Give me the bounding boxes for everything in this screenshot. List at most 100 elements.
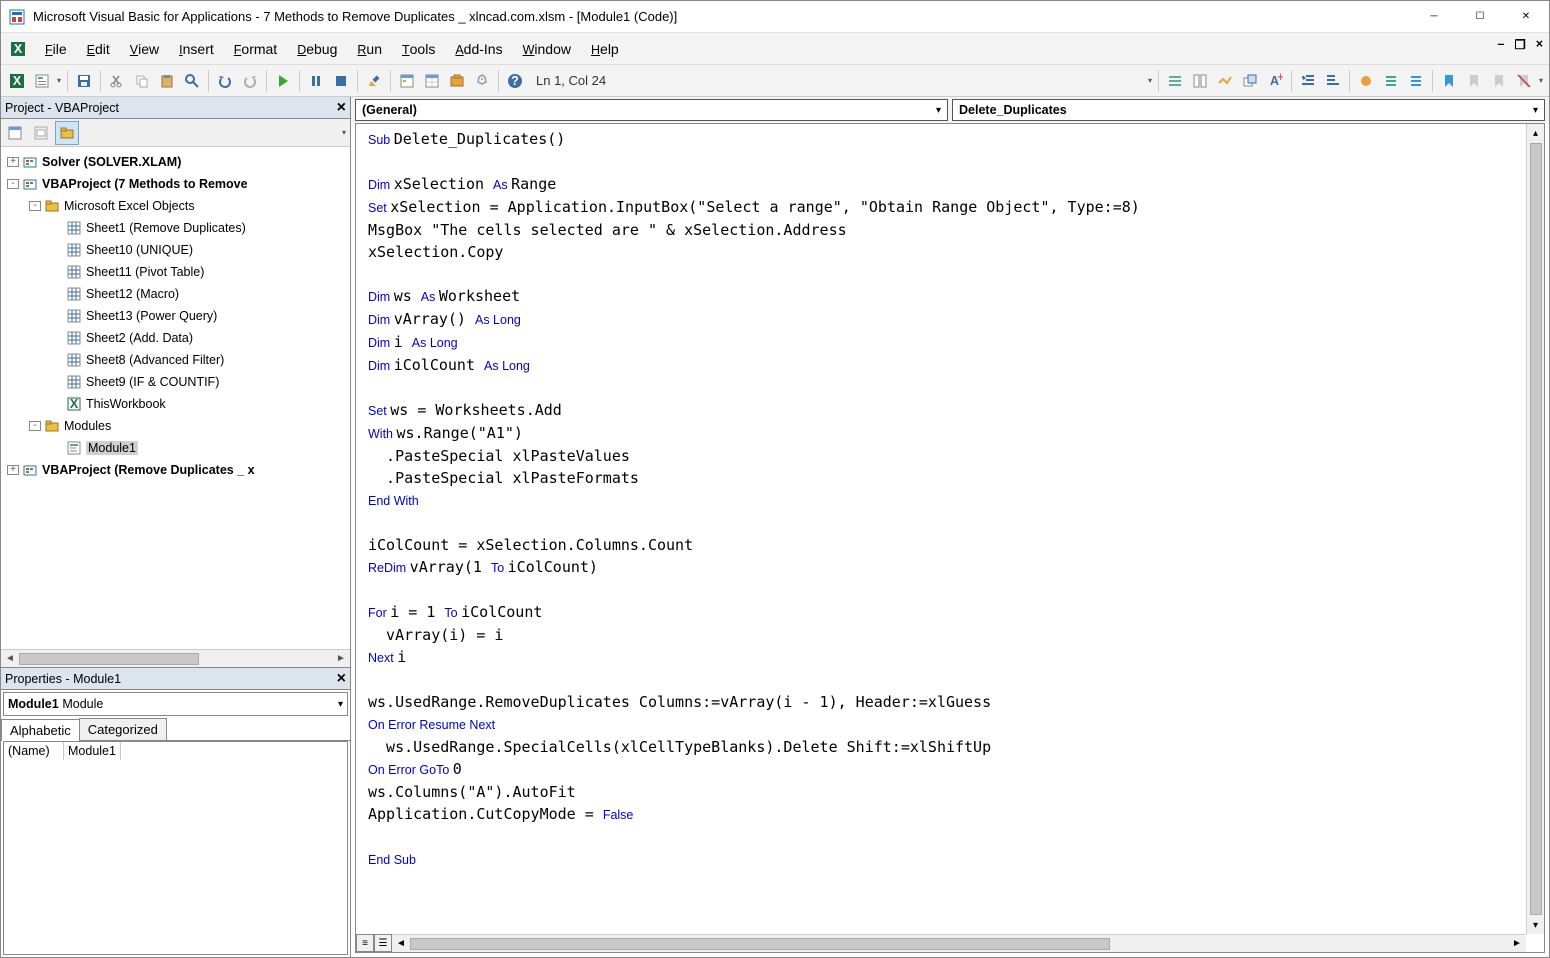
list-constants-button[interactable] <box>1188 69 1212 93</box>
run-button[interactable] <box>271 69 295 93</box>
procedure-combo[interactable]: Delete_Duplicates▾ <box>952 99 1545 121</box>
save-button[interactable] <box>72 69 96 93</box>
menu-window[interactable]: Window <box>513 35 581 63</box>
sheet-icon <box>66 330 82 346</box>
tree-node[interactable]: -Modules <box>3 415 348 437</box>
full-module-view-button[interactable]: ☰ <box>374 934 392 952</box>
paste-button[interactable] <box>155 69 179 93</box>
prop-value[interactable]: Module1 <box>64 742 121 760</box>
tree-node[interactable]: -VBAProject (7 Methods to Remove <box>3 173 348 195</box>
project-explorer-close[interactable]: × <box>337 99 346 117</box>
quick-info-button[interactable] <box>1213 69 1237 93</box>
mdi-minimize[interactable]: – <box>1498 37 1505 52</box>
properties-tabs: Alphabetic Categorized <box>1 718 350 741</box>
outdent-button[interactable] <box>1321 69 1345 93</box>
proj-icon <box>22 176 38 192</box>
break-button[interactable] <box>304 69 328 93</box>
mod-icon <box>66 440 82 456</box>
maximize-button[interactable]: ☐ <box>1457 1 1503 33</box>
parameter-info-button[interactable] <box>1238 69 1262 93</box>
project-explorer-header: Project - VBAProject × <box>1 97 350 119</box>
menu-format[interactable]: Format <box>224 35 287 63</box>
tree-node[interactable]: Sheet1 (Remove Duplicates) <box>3 217 348 239</box>
redo-button[interactable] <box>238 69 262 93</box>
sheet-icon <box>66 352 82 368</box>
tree-node[interactable]: Sheet11 (Pivot Table) <box>3 261 348 283</box>
copy-button[interactable] <box>130 69 154 93</box>
toggle-breakpoint-button[interactable] <box>1354 69 1378 93</box>
properties-header: Properties - Module1 × <box>1 668 350 690</box>
menu-run[interactable]: Run <box>347 35 392 63</box>
code-vscroll[interactable]: ▴▾ <box>1526 124 1544 934</box>
tree-node[interactable]: -Microsoft Excel Objects <box>3 195 348 217</box>
object-browser-button[interactable] <box>445 69 469 93</box>
tree-node[interactable]: XThisWorkbook <box>3 393 348 415</box>
mdi-restore[interactable]: ❐ <box>1514 37 1525 52</box>
minimize-button[interactable]: ─ <box>1411 1 1457 33</box>
help-button[interactable]: ? <box>503 69 527 93</box>
properties-close[interactable]: × <box>337 670 346 688</box>
project-toolbar-overflow[interactable]: ▾ <box>340 128 348 137</box>
menu-edit[interactable]: Edit <box>77 35 120 63</box>
code-hscroll[interactable]: ◄► <box>392 934 1526 952</box>
wb-icon: X <box>66 396 82 412</box>
tree-node[interactable]: Sheet8 (Advanced Filter) <box>3 349 348 371</box>
svg-text:X: X <box>70 397 79 411</box>
menu-debug[interactable]: Debug <box>287 35 347 63</box>
object-combo[interactable]: (General)▾ <box>355 99 948 121</box>
procedure-view-button[interactable]: ≡ <box>356 934 374 952</box>
tree-node[interactable]: Sheet13 (Power Query) <box>3 305 348 327</box>
cut-button[interactable] <box>105 69 129 93</box>
edit-toolbar-overflow[interactable]: ▾ <box>1537 76 1545 85</box>
menu-help[interactable]: Help <box>581 35 629 63</box>
tree-node[interactable]: +VBAProject (Remove Duplicates _ x <box>3 459 348 481</box>
tree-node[interactable]: +Solver (SOLVER.XLAM) <box>3 151 348 173</box>
tab-categorized[interactable]: Categorized <box>79 718 167 740</box>
toolbar-overflow[interactable]: ▾ <box>1146 76 1154 85</box>
mdi-close[interactable]: × <box>1536 37 1543 52</box>
menu-insert[interactable]: Insert <box>169 35 224 63</box>
tree-node[interactable]: Sheet12 (Macro) <box>3 283 348 305</box>
comment-block-button[interactable] <box>1379 69 1403 93</box>
close-button[interactable]: ✕ <box>1503 1 1549 33</box>
tree-node[interactable]: Module1 <box>3 437 348 459</box>
project-hscroll[interactable]: ◄► <box>1 649 350 667</box>
menu-file[interactable]: File <box>35 35 77 63</box>
sheet-icon <box>66 308 82 324</box>
next-bookmark-button[interactable] <box>1462 69 1486 93</box>
properties-window-button[interactable] <box>420 69 444 93</box>
tree-node[interactable]: Sheet2 (Add. Data) <box>3 327 348 349</box>
project-tree[interactable]: +Solver (SOLVER.XLAM)-VBAProject (7 Meth… <box>1 147 350 649</box>
complete-word-button[interactable]: A+ <box>1263 69 1287 93</box>
toolbox-button[interactable] <box>470 69 494 93</box>
indent-button[interactable] <box>1296 69 1320 93</box>
folder-icon <box>44 418 60 434</box>
properties-object-combo[interactable]: Module1 Module ▾ <box>3 692 348 716</box>
toggle-bookmark-button[interactable] <box>1437 69 1461 93</box>
project-explorer-button[interactable] <box>395 69 419 93</box>
view-code-button[interactable] <box>3 121 27 145</box>
reset-button[interactable] <box>329 69 353 93</box>
list-properties-button[interactable] <box>1163 69 1187 93</box>
code-editor[interactable]: Sub Delete_Duplicates() Dim xSelection A… <box>355 123 1545 953</box>
tree-node[interactable]: Sheet10 (UNIQUE) <box>3 239 348 261</box>
insert-module-button[interactable] <box>30 69 54 93</box>
properties-grid[interactable]: (Name) Module1 <box>3 741 348 955</box>
menu-view[interactable]: View <box>120 35 169 63</box>
view-object-button[interactable] <box>29 121 53 145</box>
toggle-folders-button[interactable] <box>55 121 79 145</box>
svg-text:X: X <box>13 74 22 88</box>
menu-tools[interactable]: Tools <box>392 35 445 63</box>
find-button[interactable] <box>180 69 204 93</box>
design-mode-button[interactable] <box>362 69 386 93</box>
undo-button[interactable] <box>213 69 237 93</box>
insert-dropdown[interactable]: ▾ <box>55 76 63 85</box>
clear-bookmarks-button[interactable] <box>1512 69 1536 93</box>
sheet-icon <box>66 374 82 390</box>
menu-add-ins[interactable]: Add-Ins <box>445 35 512 63</box>
tree-node[interactable]: Sheet9 (IF & COUNTIF) <box>3 371 348 393</box>
tab-alphabetic[interactable]: Alphabetic <box>1 719 80 741</box>
uncomment-block-button[interactable] <box>1404 69 1428 93</box>
view-excel-button[interactable]: X <box>5 69 29 93</box>
previous-bookmark-button[interactable] <box>1487 69 1511 93</box>
